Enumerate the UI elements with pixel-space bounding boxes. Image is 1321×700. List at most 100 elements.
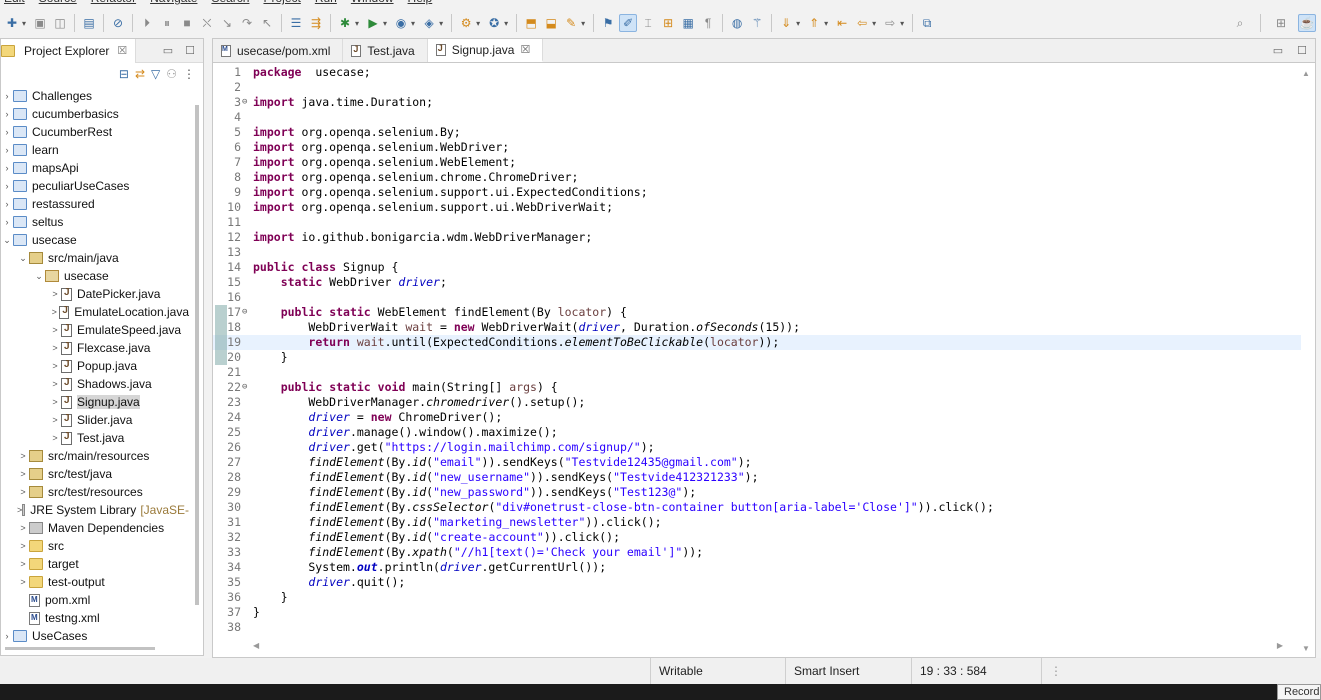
open-resource-icon[interactable]: ⬓: [542, 14, 560, 32]
code-line[interactable]: 13: [213, 245, 1301, 260]
focus-on-active-task-icon[interactable]: ⚇: [166, 67, 177, 81]
menu-item[interactable]: Window: [351, 0, 394, 5]
expanded-icon[interactable]: ⌄: [33, 271, 45, 282]
scroll-down-icon[interactable]: ▼: [1302, 644, 1310, 653]
toggle-highlighter-icon[interactable]: ✐: [619, 14, 638, 32]
maximize-icon[interactable]: ☐: [1297, 44, 1307, 57]
tree-item[interactable]: > src/test/java: [1, 465, 189, 483]
code-line[interactable]: 31 findElement(By.id("marketing_newslett…: [213, 515, 1301, 530]
java-perspective-icon[interactable]: ☕: [1298, 14, 1316, 32]
menu-item[interactable]: Help: [408, 0, 433, 5]
code-line[interactable]: 37}: [213, 605, 1301, 620]
tree-item[interactable]: > EmulateSpeed.java: [1, 321, 189, 339]
previous-annotation-dropdown[interactable]: ▾: [824, 19, 828, 28]
editor-tab[interactable]: usecase/pom.xml: [213, 39, 344, 62]
collapsed-icon[interactable]: ›: [1, 199, 13, 209]
collapsed-icon[interactable]: ›: [1, 109, 13, 119]
collapsed-icon[interactable]: >: [49, 325, 61, 335]
terminate-icon[interactable]: ■: [178, 14, 196, 32]
code-line[interactable]: 9 import org.openqa.selenium.support.ui.E…: [213, 185, 1301, 200]
tree-item[interactable]: pom.xml: [1, 591, 189, 609]
scrollbar-thumb[interactable]: [195, 105, 199, 605]
tree-item[interactable]: > target: [1, 555, 189, 573]
editor-tab[interactable]: Test.java: [343, 39, 428, 62]
new-java-project-dropdown[interactable]: ▾: [476, 19, 480, 28]
toggle-ant-mark-icon[interactable]: ⚑: [599, 14, 617, 32]
run-dropdown[interactable]: ▾: [383, 19, 387, 28]
collapsed-icon[interactable]: >: [17, 523, 29, 533]
code-line[interactable]: 2: [213, 80, 1301, 95]
previous-annotation-icon[interactable]: ⇑: [805, 14, 823, 32]
tree-item[interactable]: > EmulateLocation.java: [1, 303, 189, 321]
suspend-icon[interactable]: ⏸: [158, 14, 176, 32]
collapsed-icon[interactable]: ›: [1, 181, 13, 191]
minimize-icon[interactable]: ▭: [1273, 44, 1283, 57]
code-line[interactable]: 23 WebDriverManager.chromedriver().setup…: [213, 395, 1301, 410]
new-java-project-icon[interactable]: ⚙: [457, 14, 475, 32]
collapse-all-icon[interactable]: ⊟: [119, 67, 129, 81]
code-line[interactable]: 15 static WebDriver driver;: [213, 275, 1301, 290]
collapsed-icon[interactable]: >: [49, 343, 61, 353]
code-line[interactable]: 12 import io.github.bonigarcia.wdm.WebDri…: [213, 230, 1301, 245]
close-icon[interactable]: ☒: [520, 43, 530, 56]
breadcrumb-icon[interactable]: ⚚: [748, 14, 766, 32]
expanded-icon[interactable]: ⌄: [17, 253, 29, 264]
open-perspective-icon[interactable]: ⊞: [1272, 14, 1290, 32]
code-line[interactable]: 20 }: [213, 350, 1301, 365]
code-line[interactable]: 1 package usecase;: [213, 65, 1301, 80]
code-line[interactable]: 21: [213, 365, 1301, 380]
code-line[interactable]: 14 public class Signup {: [213, 260, 1301, 275]
code-line[interactable]: 3 ⊖ import java.time.Duration;: [213, 95, 1301, 110]
minimize-icon[interactable]: ▭: [163, 44, 173, 57]
run-to-line-icon[interactable]: ⇶: [307, 14, 325, 32]
save-all-icon[interactable]: ◫: [51, 14, 69, 32]
next-annotation-dropdown[interactable]: ▾: [796, 19, 800, 28]
forward-dropdown[interactable]: ▾: [900, 19, 904, 28]
new-icon[interactable]: ✚: [3, 14, 21, 32]
terminal-icon[interactable]: ▤: [80, 14, 98, 32]
code-line[interactable]: 22 ⊖ public static void main(String[] arg…: [213, 380, 1301, 395]
debug-dropdown[interactable]: ▾: [355, 19, 359, 28]
menu-item[interactable]: Navigate: [150, 0, 197, 5]
code-line[interactable]: 26 driver.get("https://login.mailchimp.c…: [213, 440, 1301, 455]
external-tools-dropdown[interactable]: ▾: [439, 19, 443, 28]
tree-item[interactable]: › CucumberRest: [1, 123, 189, 141]
collapsed-icon[interactable]: >: [49, 289, 61, 299]
menu-item[interactable]: Project: [263, 0, 300, 5]
step-into-icon[interactable]: ↘: [218, 14, 236, 32]
use-step-filters-icon[interactable]: ☰: [287, 14, 305, 32]
code-line[interactable]: 28 findElement(By.id("new_username")).se…: [213, 470, 1301, 485]
filter-icon[interactable]: ▽: [151, 67, 160, 81]
code-line[interactable]: 32 findElement(By.id("create-account")).…: [213, 530, 1301, 545]
tree-item[interactable]: > JRE System Library [JavaSE-: [1, 501, 189, 519]
close-icon[interactable]: ☒: [117, 44, 127, 57]
tree-item[interactable]: › seltus: [1, 213, 189, 231]
code-line[interactable]: 34 System.out.println(driver.getCurrentU…: [213, 560, 1301, 575]
collapsed-icon[interactable]: >: [17, 451, 29, 461]
tree-item[interactable]: > src/test/resources: [1, 483, 189, 501]
code-line[interactable]: 30 findElement(By.cssSelector("div#onetr…: [213, 500, 1301, 515]
tree-item[interactable]: > Shadows.java: [1, 375, 189, 393]
external-tools-icon[interactable]: ◈: [420, 14, 438, 32]
code-line[interactable]: 33 findElement(By.xpath("//h1[text()='Ch…: [213, 545, 1301, 560]
collapsed-icon[interactable]: >: [17, 469, 29, 479]
code-line[interactable]: 38: [213, 620, 1301, 635]
menu-item[interactable]: Refactor: [91, 0, 136, 5]
fold-icon[interactable]: ⊖: [242, 305, 247, 320]
pin-editor-icon[interactable]: ⧉: [918, 14, 936, 32]
collapsed-icon[interactable]: >: [17, 541, 29, 551]
maximize-icon[interactable]: ☐: [185, 44, 195, 57]
open-type-icon[interactable]: ⬒: [522, 14, 540, 32]
code-line[interactable]: 8 import org.openqa.selenium.chrome.Chrom…: [213, 170, 1301, 185]
skip-breakpoints-icon[interactable]: ⊘: [109, 14, 127, 32]
tree-item[interactable]: ⌄ src/main/java: [1, 249, 189, 267]
tree-item[interactable]: › Challenges: [1, 87, 189, 105]
debug-icon[interactable]: ✱: [336, 14, 354, 32]
search-dropdown[interactable]: ▾: [581, 19, 585, 28]
code-line[interactable]: 4: [213, 110, 1301, 125]
code-line[interactable]: 19 return wait.until(ExpectedConditions.…: [213, 335, 1301, 350]
tree-item[interactable]: ⌄ usecase: [1, 267, 189, 285]
tree-item[interactable]: testng.xml: [1, 609, 189, 627]
coverage-dropdown[interactable]: ▾: [411, 19, 415, 28]
code-line[interactable]: 36 }: [213, 590, 1301, 605]
